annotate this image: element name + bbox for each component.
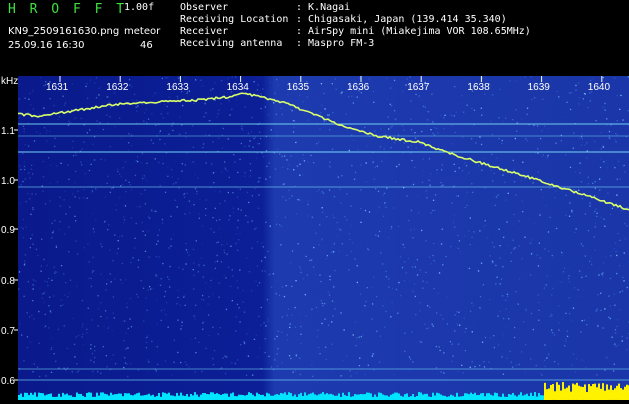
y-axis-ticks: 1.1 1.0 0.9 0.8 0.7 0.6 xyxy=(1,126,18,387)
x-tick-label: 1640 xyxy=(588,82,611,93)
spectrogram-background xyxy=(18,76,629,400)
spectrogram-plot: 1631 1632 1633 1634 1635 1636 1637 1638 1639 1640 xyxy=(18,76,629,400)
y-unit-label: kHz xyxy=(1,76,18,87)
x-tick-label: 1638 xyxy=(467,82,490,93)
x-tick-label: 1631 xyxy=(46,82,69,93)
y-tick-label: 1.1 xyxy=(1,126,15,137)
x-tick-label: 1637 xyxy=(407,82,430,93)
spectrogram-canvas: 1631 1632 1633 1634 1635 1636 1637 1638 1639 1640 xyxy=(18,76,629,400)
x-tick-label: 1636 xyxy=(347,82,370,93)
x-tick-label: 1639 xyxy=(528,82,551,93)
x-tick-label: 1634 xyxy=(227,82,250,93)
x-tick-label: 1635 xyxy=(287,82,310,93)
y-tick-label: 1.0 xyxy=(1,176,15,187)
x-tick-label: 1633 xyxy=(166,82,189,93)
x-tick-label: 1632 xyxy=(106,82,129,93)
y-tick-label: 0.6 xyxy=(1,376,15,387)
y-tick-label: 0.7 xyxy=(1,326,15,337)
y-tick-label: 0.9 xyxy=(1,225,15,236)
y-tick-label: 0.8 xyxy=(1,276,15,287)
